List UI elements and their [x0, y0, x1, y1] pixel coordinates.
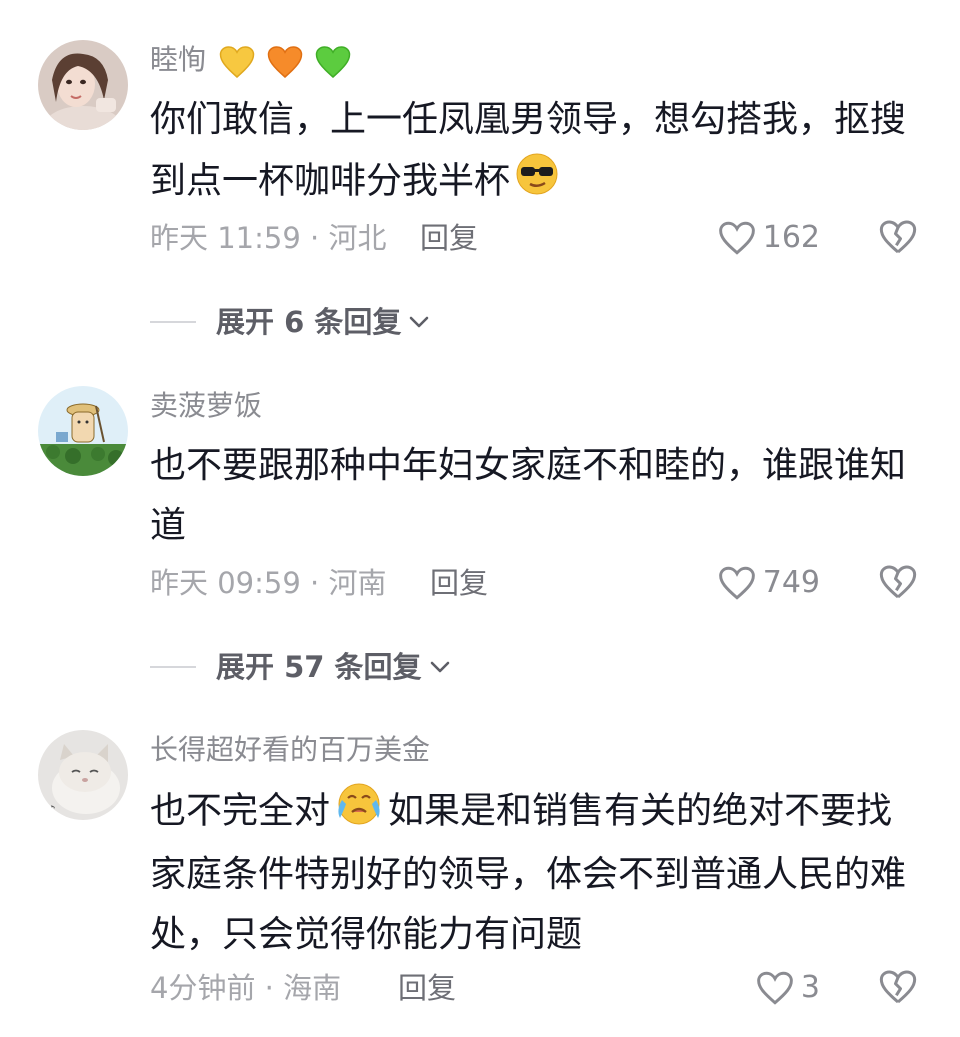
like-button[interactable]: 749: [717, 563, 820, 603]
avatar[interactable]: [38, 40, 128, 130]
reply-button[interactable]: 回复: [420, 218, 478, 258]
broken-heart-icon: [879, 565, 917, 599]
like-button[interactable]: 162: [717, 218, 820, 258]
expand-replies-button[interactable]: 展开 57 条回复: [150, 647, 452, 687]
broken-heart-icon: [879, 220, 917, 254]
divider-line: [150, 321, 196, 323]
sunglasses-emoji: [514, 150, 560, 215]
divider-line: [150, 666, 196, 668]
username-text[interactable]: 睦恂: [150, 43, 206, 76]
dislike-button[interactable]: [878, 968, 918, 1008]
avatar-image: [38, 386, 128, 476]
heart-outline-icon: [718, 566, 755, 600]
chevron-down-icon: [430, 661, 449, 673]
dislike-button[interactable]: [878, 563, 918, 603]
comment-text: 也不要跟那种中年妇女家庭不和睦的，谁跟谁知道: [150, 436, 920, 556]
orange-heart-icon: [267, 46, 303, 78]
dislike-button[interactable]: [878, 218, 918, 258]
svg-text:♪: ♪: [48, 803, 56, 817]
reply-button[interactable]: 回复: [430, 563, 488, 603]
username[interactable]: 长得超好看的百万美金: [150, 732, 430, 768]
reply-button[interactable]: 回复: [398, 968, 456, 1008]
like-count: 3: [800, 970, 820, 1005]
expand-replies-button[interactable]: 展开 6 条回复: [150, 302, 431, 342]
avatar[interactable]: [38, 386, 128, 476]
heart-badges: [219, 43, 354, 79]
comment-text: 也不完全对 如果是和销售有关的绝对不要找家庭条件特别好的领导，体会不到普通人民的…: [150, 780, 920, 965]
comment-text: 你们敢信，上一任凤凰男领导，想勾搭我，抠搜到点一杯咖啡分我半杯: [150, 90, 920, 215]
avatar-image: [38, 40, 128, 130]
like-count: 162: [762, 220, 820, 255]
comment-meta: 昨天 11:59 · 河北: [150, 221, 387, 255]
username[interactable]: 卖菠萝饭: [150, 388, 262, 424]
username[interactable]: 睦恂: [150, 42, 354, 79]
green-heart-icon: [315, 46, 350, 78]
avatar-image: ♪: [38, 730, 128, 820]
comment-meta: 4分钟前 · 海南: [150, 971, 342, 1005]
crying-emoji: [334, 780, 384, 845]
heart-outline-icon: [757, 971, 793, 1005]
comment-text-body: 也不要跟那种中年妇女家庭不和睦的，谁跟谁知道: [150, 445, 907, 546]
broken-heart-icon: [879, 970, 917, 1004]
comment-text-body: 也不完全对: [150, 790, 331, 832]
heart-outline-icon: [718, 221, 755, 255]
comment-meta: 昨天 09:59 · 河南: [150, 566, 387, 600]
expand-replies-label: 展开 57 条回复: [216, 650, 422, 684]
expand-replies-label: 展开 6 条回复: [216, 305, 402, 339]
chevron-down-icon: [410, 316, 429, 328]
like-button[interactable]: 3: [755, 968, 820, 1008]
yellow-heart-icon: [219, 46, 255, 78]
avatar[interactable]: ♪: [38, 730, 128, 820]
like-count: 749: [762, 565, 820, 600]
